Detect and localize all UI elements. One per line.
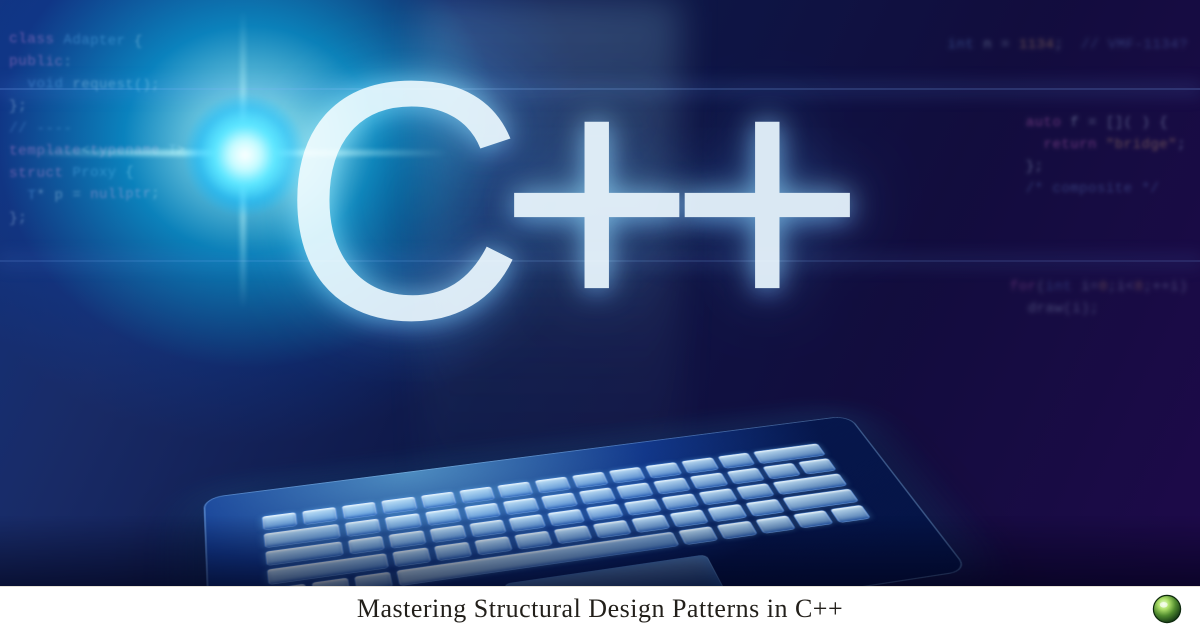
- laptop-illustration: [203, 415, 969, 586]
- cpp-logo-text: C++: [280, 6, 839, 397]
- horizon-line-upper: [0, 88, 1200, 90]
- caption-bar: Mastering Structural Design Patterns in …: [0, 586, 1200, 630]
- caption-title: Mastering Structural Design Patterns in …: [357, 594, 843, 624]
- hero-image: class Adapter { public: void request(); …: [0, 0, 1200, 586]
- laptop-trackpad: [504, 554, 727, 586]
- bottom-vignette: [0, 516, 1200, 586]
- laptop-keyboard: [261, 443, 871, 586]
- sphere-logo-icon: [1152, 594, 1182, 624]
- horizon-line-lower: [0, 260, 1200, 262]
- lens-flare-vertical: [240, 10, 246, 310]
